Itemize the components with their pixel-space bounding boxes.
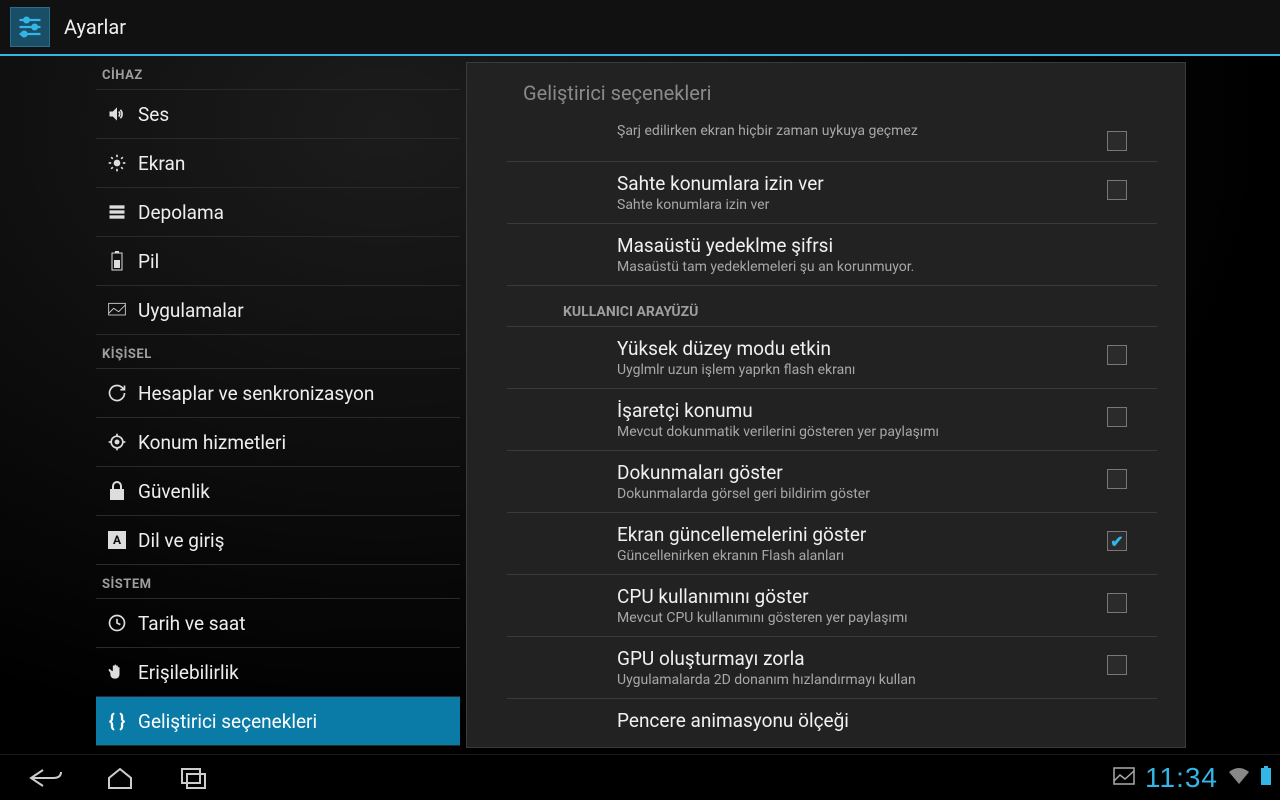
status-clock: 11:34: [1145, 762, 1218, 794]
setting-row-window-animation[interactable]: Pencere animasyonu ölçeği: [507, 699, 1157, 744]
sidebar-item-display[interactable]: Ekran: [96, 139, 460, 188]
settings-app-icon: [10, 7, 50, 47]
nav-back-button[interactable]: [24, 763, 68, 793]
battery-icon: [102, 251, 132, 271]
action-bar: Ayarlar: [0, 0, 1280, 56]
language-icon: A: [102, 531, 132, 549]
sidebar-item-label: Tarih ve saat: [138, 612, 245, 635]
sidebar-item-datetime[interactable]: Tarih ve saat: [96, 599, 460, 648]
sidebar-item-label: Depolama: [138, 201, 224, 224]
setting-title: Yüksek düzey modu etkin: [617, 337, 1097, 362]
setting-row-show-touches[interactable]: Dokunmaları göster Dokunmalarda görsel g…: [507, 451, 1157, 513]
apps-icon: [102, 300, 132, 320]
setting-title: CPU kullanımını göster: [617, 585, 1097, 610]
braces-icon: { }: [102, 711, 132, 732]
sidebar-item-location[interactable]: Konum hizmetleri: [96, 418, 460, 467]
setting-subtitle: Güncellenirken ekranın Flash alanları: [617, 548, 1097, 564]
sidebar-item-label: Ses: [138, 103, 169, 126]
sidebar-header-personal: KİŞİSEL: [96, 335, 460, 369]
setting-row-force-gpu[interactable]: GPU oluşturmayı zorla Uygulamalarda 2D d…: [507, 637, 1157, 699]
setting-row-show-updates[interactable]: Ekran güncellemelerini göster Güncelleni…: [507, 513, 1157, 575]
app-title: Ayarlar: [64, 15, 126, 39]
storage-icon: [102, 202, 132, 222]
checkbox[interactable]: [1107, 407, 1127, 427]
setting-subtitle: Uygulamalarda 2D donanım hızlandırmayı k…: [617, 672, 1097, 688]
nav-recent-button[interactable]: [172, 763, 216, 793]
checkbox[interactable]: [1107, 655, 1127, 675]
sidebar-header-system: SİSTEM: [96, 565, 460, 599]
sidebar-item-security[interactable]: Güvenlik: [96, 467, 460, 516]
setting-subtitle: Mevcut CPU kullanımını gösteren yer payl…: [617, 610, 1097, 626]
sidebar-item-accounts[interactable]: Hesaplar ve senkronizasyon: [96, 369, 460, 418]
sidebar-item-label: Konum hizmetleri: [138, 431, 286, 454]
checkbox[interactable]: [1107, 469, 1127, 489]
setting-subtitle: Dokunmalarda görsel geri bildirim göster: [617, 486, 1097, 502]
wifi-icon: [1228, 767, 1250, 789]
setting-title: GPU oluşturmayı zorla: [617, 647, 1097, 672]
setting-subtitle: Şarj edilirken ekran hiçbir zaman uykuya…: [617, 123, 1097, 139]
setting-row-pointer-location[interactable]: İşaretçi konumu Mevcut dokunmatik verile…: [507, 389, 1157, 451]
sync-icon: [102, 383, 132, 403]
sidebar-item-label: Dil ve giriş: [138, 529, 224, 552]
setting-row-cpu-usage[interactable]: CPU kullanımını göster Mevcut CPU kullan…: [507, 575, 1157, 637]
battery-status-icon: [1260, 766, 1272, 790]
setting-title: Dokunmaları göster: [617, 461, 1097, 486]
sidebar-item-label: Uygulamalar: [138, 299, 244, 322]
sidebar-item-developer[interactable]: { } Geliştirici seçenekleri: [96, 697, 460, 746]
brightness-icon: [102, 153, 132, 173]
setting-title: Ekran güncellemelerini göster: [617, 523, 1097, 548]
sidebar-item-storage[interactable]: Depolama: [96, 188, 460, 237]
setting-title: Masaüstü yedeklme şifrsi: [617, 234, 1117, 259]
setting-row-strict-mode[interactable]: Yüksek düzey modu etkin Uyglmlr uzun işl…: [507, 327, 1157, 389]
sidebar-item-sound[interactable]: Ses: [96, 90, 460, 139]
sidebar-item-label: Güvenlik: [138, 480, 210, 503]
panel-title: Geliştirici seçenekleri: [467, 63, 1185, 115]
checkbox[interactable]: [1107, 180, 1127, 200]
hand-icon: [102, 662, 132, 682]
sidebar-item-accessibility[interactable]: Erişilebilirlik: [96, 648, 460, 697]
setting-title: Pencere animasyonu ölçeği: [617, 709, 1117, 734]
lock-icon: [102, 481, 132, 501]
checkbox[interactable]: [1107, 131, 1127, 151]
setting-title: İşaretçi konumu: [617, 399, 1097, 424]
clock-icon: [102, 613, 132, 633]
sidebar-item-apps[interactable]: Uygulamalar: [96, 286, 460, 335]
picture-icon: [1113, 767, 1135, 789]
setting-title: Sahte konumlara izin ver: [617, 172, 1097, 197]
sidebar-item-language[interactable]: A Dil ve giriş: [96, 516, 460, 565]
section-header-ui: KULLANICI ARAYÜZÜ: [507, 286, 1157, 327]
settings-sidebar: CİHAZ Ses Ekran Depolama Pil Uygulamalar…: [0, 56, 460, 754]
setting-subtitle: Mevcut dokunmatik verilerini gösteren ye…: [617, 424, 1097, 440]
settings-list[interactable]: Şarj edilirken ekran hiçbir zaman uykuya…: [467, 123, 1185, 747]
checkbox[interactable]: [1107, 345, 1127, 365]
sound-icon: [102, 104, 132, 124]
location-icon: [102, 432, 132, 452]
sidebar-item-label: Hesaplar ve senkronizasyon: [138, 382, 374, 405]
nav-home-button[interactable]: [98, 763, 142, 793]
svg-text:A: A: [113, 533, 122, 547]
setting-subtitle: Masaüstü tam yedeklemeleri şu an korunmu…: [617, 259, 1117, 275]
setting-row-stay-awake[interactable]: Şarj edilirken ekran hiçbir zaman uykuya…: [507, 123, 1157, 162]
setting-subtitle: Uyglmlr uzun işlem yaprkn flash ekranı: [617, 362, 1097, 378]
checkbox[interactable]: [1107, 531, 1127, 551]
sidebar-item-label: Erişilebilirlik: [138, 661, 239, 684]
sidebar-header-device: CİHAZ: [96, 56, 460, 90]
sidebar-item-label: Ekran: [138, 152, 185, 175]
sidebar-item-label: Pil: [138, 250, 159, 273]
setting-row-backup-password[interactable]: Masaüstü yedeklme şifrsi Masaüstü tam ye…: [507, 224, 1157, 286]
detail-panel: Geliştirici seçenekleri Şarj edilirken e…: [466, 62, 1186, 748]
setting-row-mock-locations[interactable]: Sahte konumlara izin ver Sahte konumlara…: [507, 162, 1157, 224]
setting-subtitle: Sahte konumlara izin ver: [617, 197, 1097, 213]
sidebar-item-battery[interactable]: Pil: [96, 237, 460, 286]
status-area[interactable]: 11:34: [1113, 762, 1280, 794]
checkbox[interactable]: [1107, 593, 1127, 613]
system-navbar: 11:34: [0, 754, 1280, 800]
sidebar-item-label: Geliştirici seçenekleri: [138, 710, 317, 733]
